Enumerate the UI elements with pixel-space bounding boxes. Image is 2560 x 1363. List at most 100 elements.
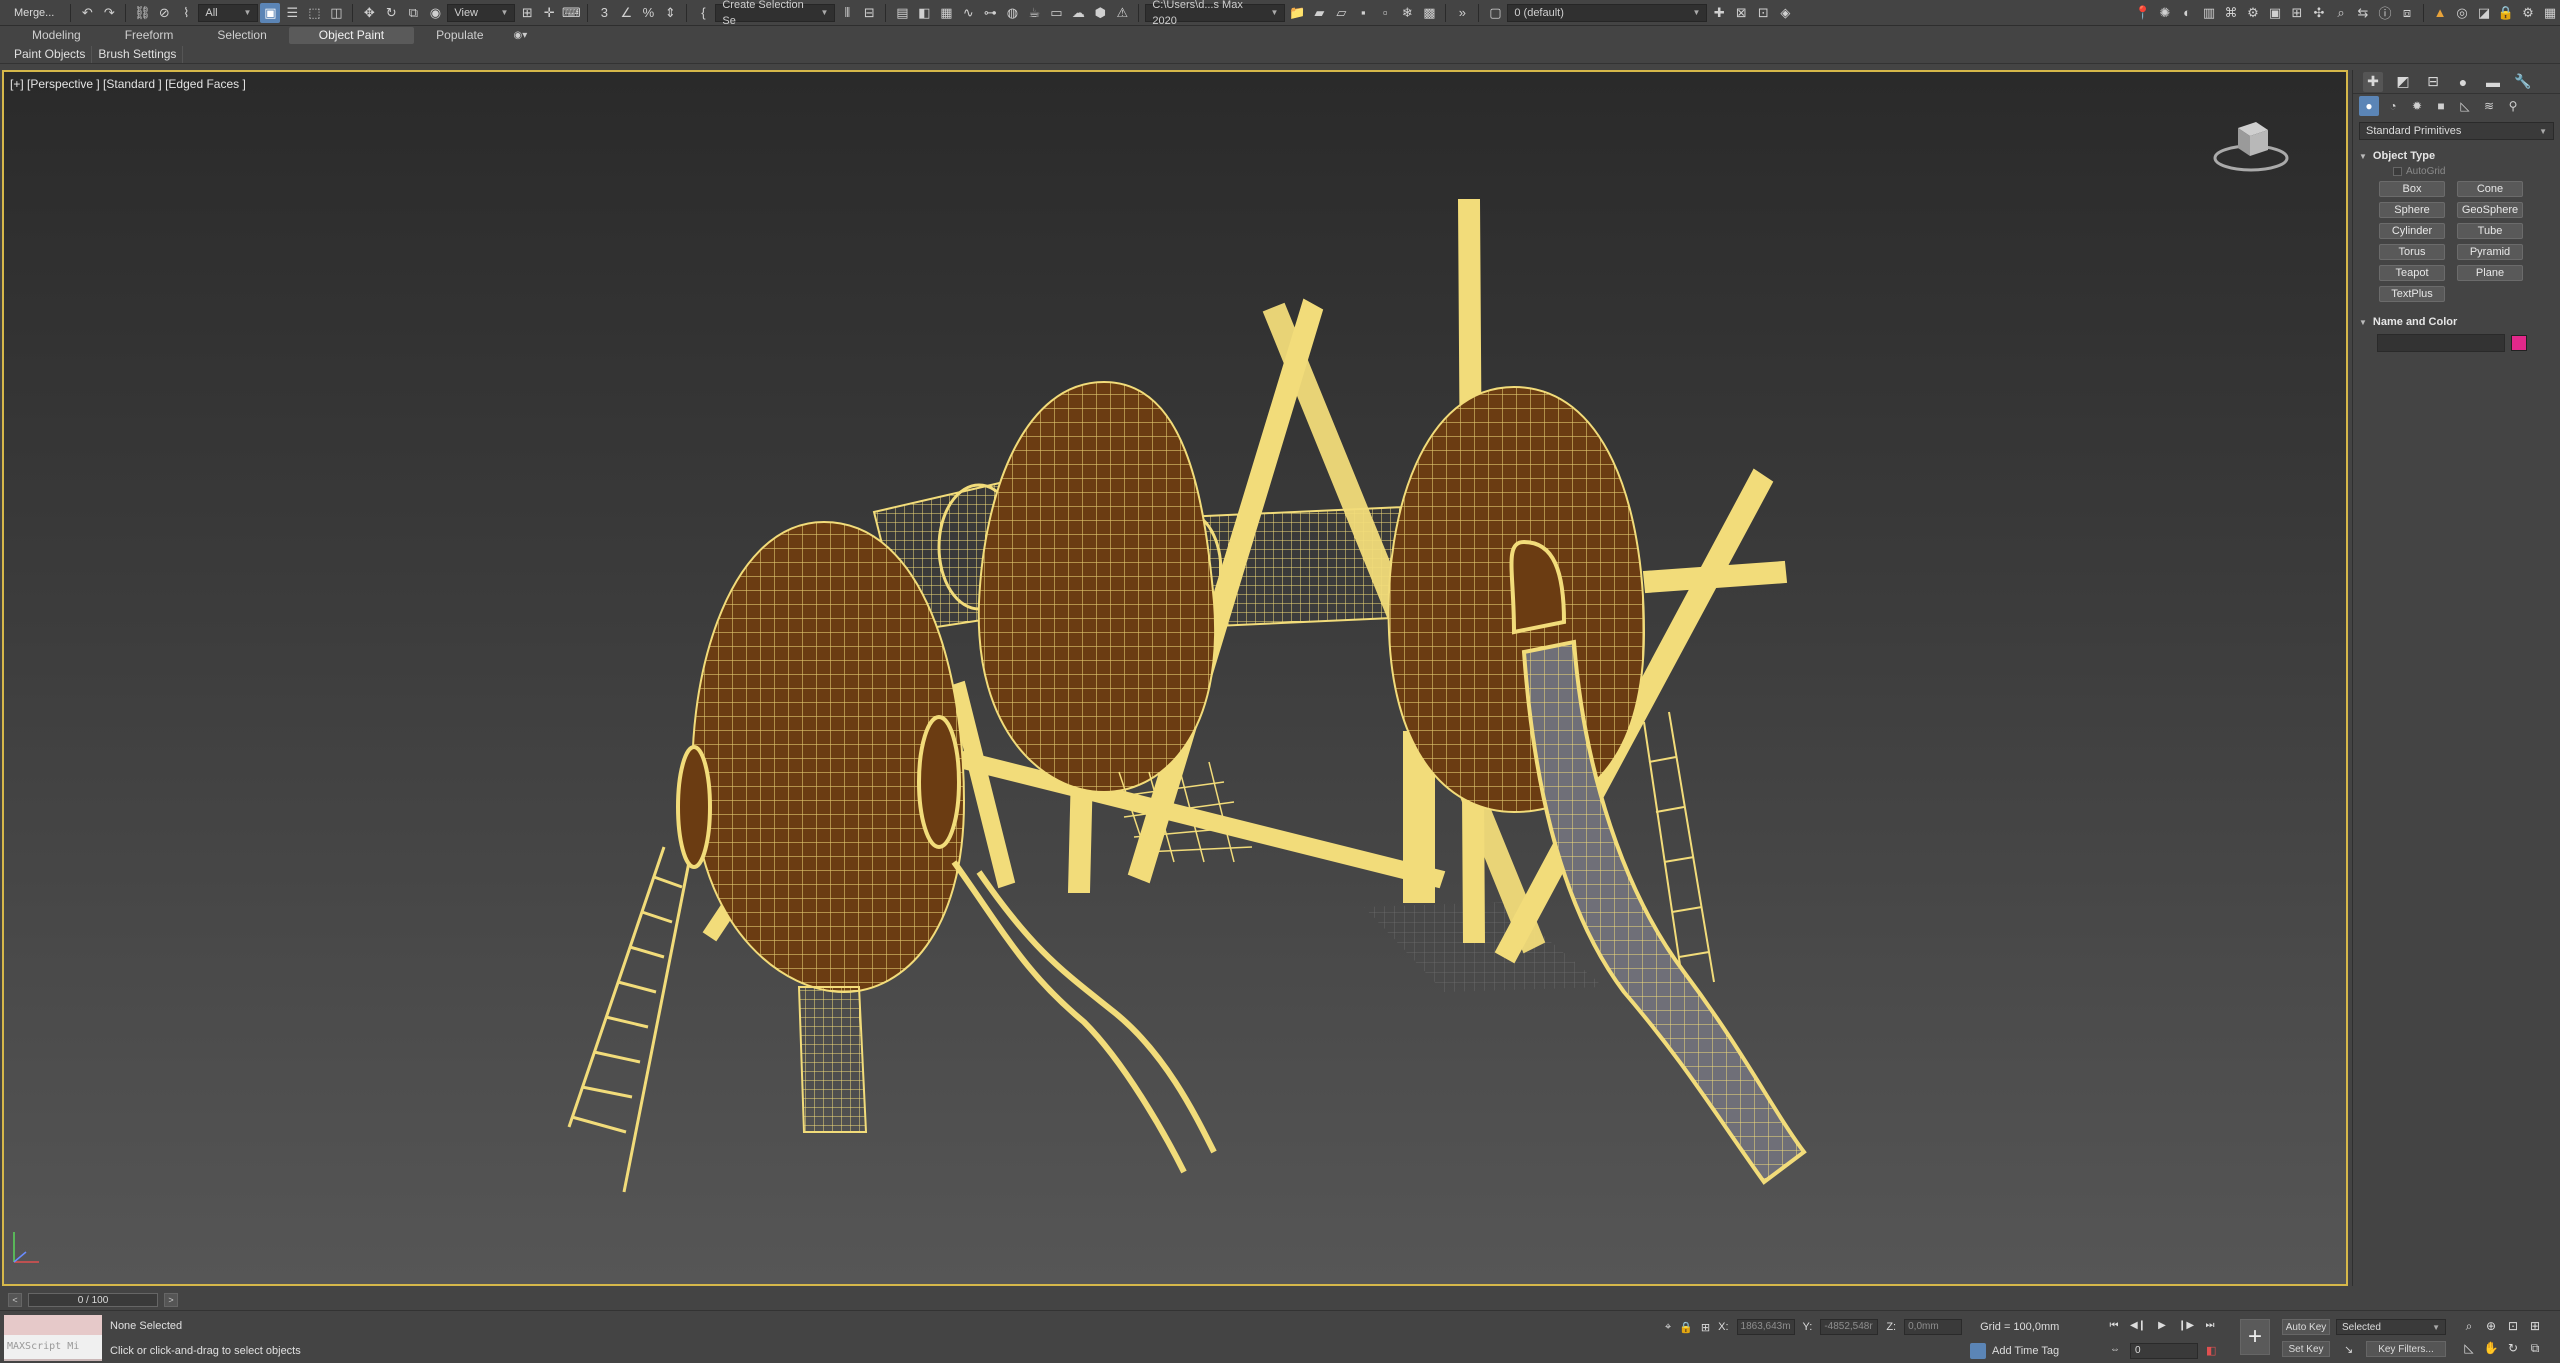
set-current-layer-icon[interactable]: ⊡ [1753,3,1773,23]
object-color-swatch[interactable] [2511,335,2527,351]
autogrid-checkbox[interactable]: AutoGrid [2393,166,2560,177]
tab-populate[interactable]: Populate [414,27,505,44]
warning-icon[interactable]: ⚠ [1112,3,1132,23]
orbit-icon[interactable]: ↻ [2504,1339,2522,1357]
percent-snap-icon[interactable]: % [638,3,658,23]
snap-icon[interactable]: ✣ [2309,3,2329,23]
zoom-extents-all-icon[interactable]: ⊞ [2526,1317,2544,1335]
zoom-extents-icon[interactable]: ⊡ [2504,1317,2522,1335]
layer-toggle-icon[interactable]: ◈ [1775,3,1795,23]
curve-editor-icon[interactable]: ∿ [958,3,978,23]
key-tangent-icon[interactable]: ↘ [2344,1343,2353,1356]
project-folder-icon[interactable]: 📁 [1287,3,1307,23]
auto-key-button[interactable]: Auto Key [2282,1319,2330,1335]
zoom-all-icon[interactable]: ⊕ [2482,1317,2500,1335]
field-of-view-icon[interactable]: ◺ [2460,1339,2478,1357]
maxscript-input[interactable]: MAXScript Mi [4,1335,102,1359]
info-icon[interactable]: ⓘ [2375,3,2395,23]
maxscript-listener[interactable]: MAXScript Mi [4,1315,102,1361]
project-path-dropdown[interactable]: C:\Users\d...s Max 2020 ▼ [1145,0,1286,27]
reference-coordinate-dropdown[interactable]: View ▼ [447,3,516,22]
go-to-end-icon[interactable]: ⏭ [2202,1317,2218,1333]
render-setup-icon[interactable]: ☕ [1024,3,1044,23]
snaps-toggle-icon[interactable]: 3 [594,3,614,23]
render-icon[interactable]: ◎ [2452,3,2472,23]
plane-button[interactable]: Plane [2457,265,2523,281]
paint-objects-panel[interactable]: Paint Objects [8,45,93,63]
textplus-button[interactable]: TextPlus [2379,286,2445,302]
spinner-snap-icon[interactable]: ⇕ [660,3,680,23]
schematic-view-icon[interactable]: ⊶ [980,3,1000,23]
tab-object-paint[interactable]: Object Paint [288,27,415,44]
light-icon[interactable]: ✺ [2155,3,2175,23]
select-manipulate-icon[interactable]: ✛ [539,3,559,23]
cameras-icon[interactable]: ■ [2431,96,2451,116]
spacewarp-icon[interactable]: ⌘ [2221,3,2241,23]
link-icon[interactable]: ⛓ [132,3,152,23]
trackview-icon[interactable]: ⇆ [2353,3,2373,23]
scene-explorer-icon[interactable]: ▤ [892,3,912,23]
time-slider-prev-button[interactable]: < [8,1293,22,1307]
selection-filter-dropdown[interactable]: All ▼ [198,3,259,22]
create-tab-icon[interactable]: ✚ [2363,71,2383,92]
grid-icon[interactable]: ⊞ [2287,3,2307,23]
modify-tab-icon[interactable]: ◩ [2393,72,2413,92]
layer-add-icon[interactable]: ▱ [1331,3,1351,23]
vfb-icon[interactable]: ◪ [2474,3,2494,23]
maximize-viewport-icon[interactable]: ⧉ [2526,1339,2544,1357]
merge-button[interactable]: Merge... [4,2,64,24]
y-coordinate-field[interactable]: -4852,548r [1820,1319,1879,1335]
lights-icon[interactable]: ✹ [2407,96,2427,116]
geosphere-button[interactable]: GeoSphere [2457,202,2523,218]
pan-icon[interactable]: ✋ [2482,1339,2500,1357]
pyramid-button[interactable]: Pyramid [2457,244,2523,260]
layer-select-icon[interactable]: ▪ [1353,3,1373,23]
layer-explorer-icon[interactable]: ◧ [914,3,934,23]
cone-button[interactable]: Cone [2457,181,2523,197]
chevron-double-down-icon[interactable]: » [1452,3,1472,23]
align-icon[interactable]: ⊟ [859,3,879,23]
go-to-start-icon[interactable]: ⏮ [2106,1317,2122,1333]
object-name-field[interactable] [2377,334,2505,352]
sphere-button[interactable]: Sphere [2379,202,2445,218]
teapot-button[interactable]: Teapot [2379,265,2445,281]
camera-icon[interactable]: ◐ [2177,3,2197,23]
pivot-center-icon[interactable]: ⊞ [517,3,537,23]
helper-icon[interactable]: ▥ [2199,3,2219,23]
search-icon[interactable]: ⌕ [2331,3,2351,23]
object-type-rollout-header[interactable]: ▼ Object Type [2359,150,2554,162]
place-icon[interactable]: ◉ [425,3,445,23]
ribbon-options-icon[interactable]: ◉▾ [506,30,536,41]
spacewarps-icon[interactable]: ≋ [2479,96,2499,116]
current-frame-field[interactable]: 0 [2130,1343,2198,1359]
window-crossing-icon[interactable]: ◫ [326,3,346,23]
tab-freeform[interactable]: Freeform [103,27,196,44]
add-to-layer-icon[interactable]: ✚ [1709,3,1729,23]
previous-frame-icon[interactable]: ◀❙ [2130,1317,2146,1333]
pin-icon[interactable]: 📍 [2133,3,2153,23]
material-editor-icon[interactable]: ◍ [1002,3,1022,23]
frame-buffer-icon[interactable]: ▦ [2540,3,2560,23]
isolate-icon[interactable]: ⌖ [1665,1321,1671,1334]
primitive-type-dropdown[interactable]: Standard Primitives ▼ [2359,122,2554,140]
name-and-color-rollout-header[interactable]: ▼ Name and Color [2359,316,2554,328]
motion-tab-icon[interactable]: ● [2453,72,2473,92]
absolute-mode-icon[interactable]: ⊞ [1701,1321,1710,1334]
time-slider[interactable]: 0 / 100 [28,1293,158,1307]
render-cloud-icon[interactable]: ⬢ [1090,3,1110,23]
layer-freeze-icon[interactable]: ❄ [1397,3,1417,23]
utilities-tab-icon[interactable]: 🔧 [2513,72,2533,92]
render-production-icon[interactable]: ☁ [1068,3,1088,23]
select-object-icon[interactable]: ▣ [260,2,281,23]
play-icon[interactable]: ▶ [2154,1317,2170,1333]
tab-selection[interactable]: Selection [195,27,288,44]
display-tab-icon[interactable]: ▬ [2483,72,2503,92]
cylinder-button[interactable]: Cylinder [2379,223,2445,239]
geometry-icon[interactable]: ● [2359,96,2379,116]
key-filters-button[interactable]: Key Filters... [2366,1341,2446,1357]
move-icon[interactable]: ✥ [359,3,379,23]
layer-manage-icon[interactable]: ▩ [1419,3,1439,23]
rendered-frame-icon[interactable]: ▭ [1046,3,1066,23]
maxscript-output[interactable] [4,1315,102,1335]
torus-button[interactable]: Torus [2379,244,2445,260]
